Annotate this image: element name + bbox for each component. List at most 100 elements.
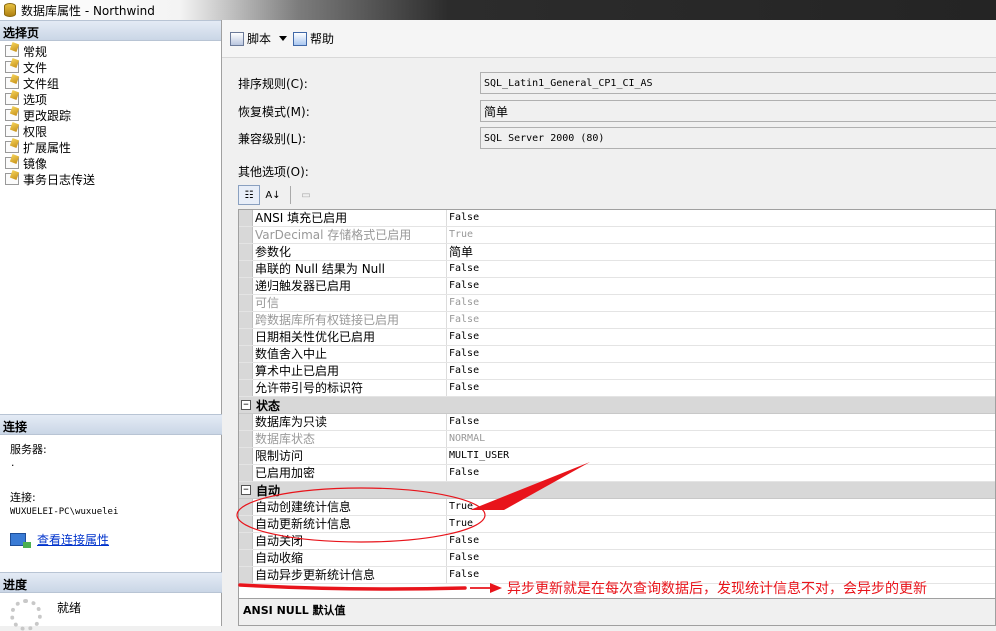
property-value[interactable]: True	[447, 516, 995, 532]
toolbar: 脚本 帮助	[222, 20, 996, 58]
categorized-button[interactable]: ☷	[238, 185, 260, 205]
view-connection-properties[interactable]: 查看连接属性	[10, 531, 222, 548]
page-label: 事务日志传送	[23, 172, 96, 187]
collapse-icon[interactable]: −	[241, 485, 251, 495]
page-label: 扩展属性	[23, 140, 72, 155]
property-value[interactable]: 简单	[447, 244, 995, 260]
grid-row[interactable]: 串联的 Null 结果为 Null False	[239, 261, 995, 278]
property-value[interactable]: False	[447, 363, 995, 379]
script-dropdown-arrow-icon[interactable]	[279, 36, 288, 41]
grid-row[interactable]: 跨数据库所有权链接已启用 False	[239, 312, 995, 329]
property-value[interactable]: NORMAL	[447, 431, 995, 447]
page-wrench-icon	[5, 173, 19, 185]
help-label: 帮助	[310, 32, 335, 46]
grid-row[interactable]: 可信 False	[239, 295, 995, 312]
page-wrench-icon	[5, 157, 19, 169]
page-list: 常规 文件 文件组 选项 更改跟踪 权限 扩展属性 镜像 事务日志传送	[0, 41, 221, 187]
page-item-files[interactable]: 文件	[0, 59, 221, 75]
category-status[interactable]: − 状态	[239, 397, 995, 414]
alphabetical-button[interactable]: A↓	[262, 185, 284, 205]
connection-label: 连接:	[10, 491, 36, 504]
grid-row[interactable]: ANSI 填充已启用 False	[239, 210, 995, 227]
property-value[interactable]: False	[447, 210, 995, 226]
grid-row[interactable]: 数据库状态 NORMAL	[239, 431, 995, 448]
property-name: 数据库状态	[253, 431, 447, 447]
grid-row[interactable]: 限制访问 MULTI_USER	[239, 448, 995, 465]
select-page-header: 选择页	[0, 20, 221, 41]
property-name: 自动创建统计信息	[253, 499, 447, 515]
property-value[interactable]: False	[447, 567, 995, 583]
page-item-extended-properties[interactable]: 扩展属性	[0, 139, 221, 155]
grid-row[interactable]: 参数化 简单	[239, 244, 995, 261]
progress-section: 进度 就绪	[0, 572, 222, 631]
property-value[interactable]: False	[447, 414, 995, 430]
property-value[interactable]: False	[447, 278, 995, 294]
page-item-permissions[interactable]: 权限	[0, 123, 221, 139]
collation-field[interactable]: SQL_Latin1_General_CP1_CI_AS	[480, 72, 996, 94]
property-value[interactable]: False	[447, 380, 995, 396]
collapse-icon[interactable]: −	[241, 400, 251, 410]
page-label: 文件	[23, 60, 48, 75]
toolbar-separator	[290, 186, 291, 204]
page-wrench-icon	[5, 45, 19, 57]
script-button[interactable]: 脚本	[230, 30, 271, 47]
property-value[interactable]: False	[447, 295, 995, 311]
property-value[interactable]: False	[447, 550, 995, 566]
property-value[interactable]: False	[447, 312, 995, 328]
page-item-log-shipping[interactable]: 事务日志传送	[0, 171, 221, 187]
grid-row[interactable]: 自动关闭 False	[239, 533, 995, 550]
compat-row: 兼容级别(L): SQL Server 2000 (80)	[238, 127, 996, 149]
page-item-mirroring[interactable]: 镜像	[0, 155, 221, 171]
property-value[interactable]: False	[447, 465, 995, 481]
grid-row[interactable]: 算术中止已启用 False	[239, 363, 995, 380]
category-label: 自动	[256, 483, 281, 498]
recovery-label: 恢复模式(M):	[238, 104, 310, 119]
recovery-field[interactable]: 简单	[480, 100, 996, 122]
grid-row[interactable]: 自动异步更新统计信息 False	[239, 567, 995, 584]
grid-row[interactable]: 允许带引号的标识符 False	[239, 380, 995, 397]
property-value[interactable]: MULTI_USER	[447, 448, 995, 464]
grid-row[interactable]: 递归触发器已启用 False	[239, 278, 995, 295]
property-value[interactable]: True	[447, 499, 995, 515]
view-connection-properties-link[interactable]: 查看连接属性	[37, 531, 109, 548]
property-value[interactable]: False	[447, 346, 995, 362]
grid-row[interactable]: 自动更新统计信息 True	[239, 516, 995, 533]
grid-row[interactable]: 已启用加密 False	[239, 465, 995, 482]
grid-row[interactable]: 日期相关性优化已启用 False	[239, 329, 995, 346]
property-name: 限制访问	[253, 448, 447, 464]
property-name: 自动收缩	[253, 550, 447, 566]
property-name: 递归触发器已启用	[253, 278, 447, 294]
grid-row[interactable]: 数据库为只读 False	[239, 414, 995, 431]
grid-row[interactable]: VarDecimal 存储格式已启用 True	[239, 227, 995, 244]
category-auto[interactable]: − 自动	[239, 482, 995, 499]
property-value[interactable]: False	[447, 261, 995, 277]
property-pages-button[interactable]: ▭	[295, 185, 317, 205]
property-name: 可信	[253, 295, 447, 311]
recovery-row: 恢复模式(M): 简单	[238, 100, 996, 122]
page-label: 选项	[23, 92, 48, 107]
property-grid: ANSI 填充已启用 False VarDecimal 存储格式已启用 True 参…	[238, 209, 996, 599]
help-button[interactable]: 帮助	[293, 30, 334, 47]
grid-row[interactable]: 数值舍入中止 False	[239, 346, 995, 363]
page-label: 镜像	[23, 156, 48, 171]
connection-header: 连接	[0, 414, 222, 435]
progress-status: 就绪	[57, 601, 82, 615]
description-panel: ANSI NULL 默认值	[238, 599, 996, 626]
property-value[interactable]: False	[447, 533, 995, 549]
page-item-options[interactable]: 选项	[0, 91, 221, 107]
page-label: 常规	[23, 44, 48, 59]
property-name: 日期相关性优化已启用	[253, 329, 447, 345]
property-value[interactable]: True	[447, 227, 995, 243]
compat-field[interactable]: SQL Server 2000 (80)	[480, 127, 996, 149]
page-item-change-tracking[interactable]: 更改跟踪	[0, 107, 221, 123]
property-value[interactable]: False	[447, 329, 995, 345]
property-name: 允许带引号的标识符	[253, 380, 447, 396]
script-label: 脚本	[247, 32, 272, 46]
grid-row[interactable]: 自动收缩 False	[239, 550, 995, 567]
property-name: 自动更新统计信息	[253, 516, 447, 532]
grid-row[interactable]: 自动创建统计信息 True	[239, 499, 995, 516]
page-wrench-icon	[5, 61, 19, 73]
server-value: .	[10, 459, 16, 469]
page-item-filegroups[interactable]: 文件组	[0, 75, 221, 91]
page-item-general[interactable]: 常规	[0, 43, 221, 59]
